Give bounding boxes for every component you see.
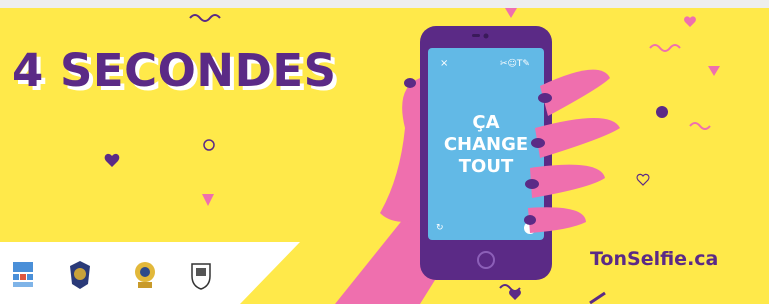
timer-icon: ↻: [436, 223, 444, 233]
screen-line-2: CHANGE: [444, 134, 528, 155]
screen-line-1: ÇA: [472, 112, 499, 133]
fingernail: [524, 215, 536, 225]
screen-line-3: TOUT: [459, 156, 514, 177]
campaign-banner: 4 SECONDES × ✂☺T✎ ↻ ÇA CHANGE TOUT TonSe…: [0, 8, 769, 304]
partner-logo-1: [13, 262, 33, 287]
phone-camera: [483, 33, 489, 39]
surete-badge-logo: [135, 262, 155, 288]
fingernail: [538, 93, 552, 103]
phone-speaker: [472, 34, 480, 37]
edit-tools-icons: ✂☺T✎: [500, 58, 530, 69]
police-badge-logo: [70, 261, 90, 289]
municipal-crest-logo: [191, 263, 211, 290]
finger: [528, 207, 586, 233]
close-icon: ×: [440, 58, 448, 69]
fingernail: [404, 78, 416, 88]
fingernail: [525, 179, 539, 189]
fingernail: [531, 138, 545, 148]
top-strip: [0, 0, 769, 8]
finger: [530, 164, 605, 198]
website-link[interactable]: TonSelfie.ca: [590, 248, 718, 270]
